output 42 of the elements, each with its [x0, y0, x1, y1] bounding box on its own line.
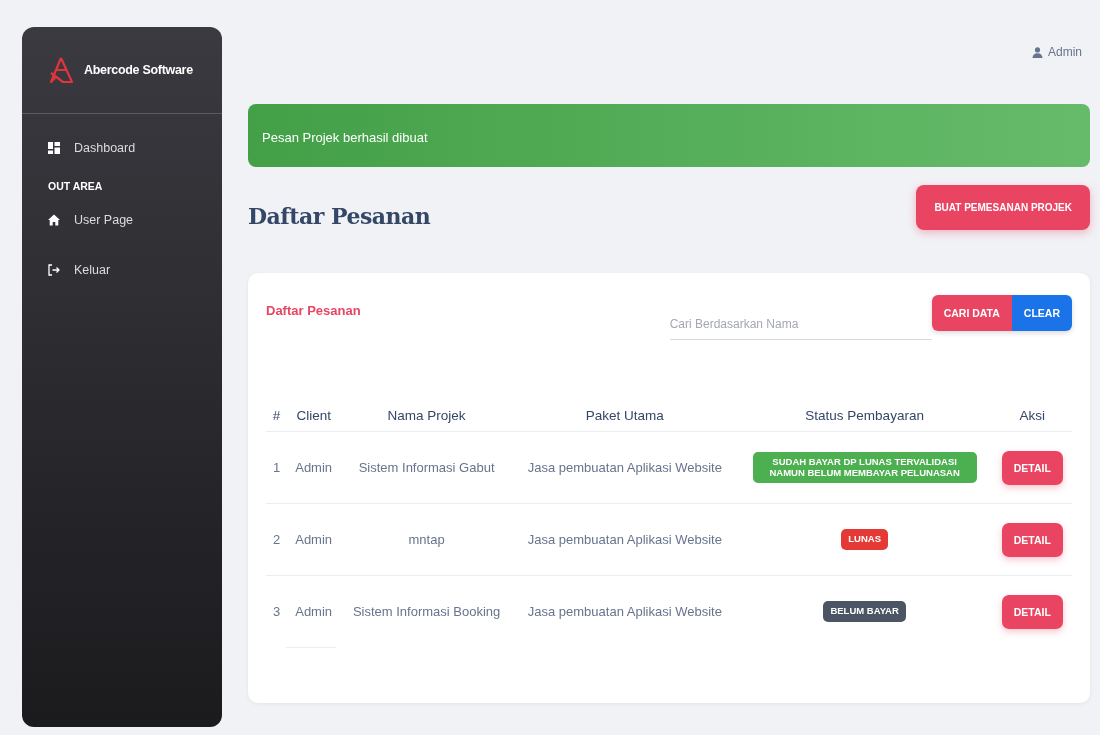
logo-icon [48, 56, 74, 84]
table-cell: 3 [266, 575, 288, 647]
logout-icon [48, 264, 60, 276]
dashboard-icon [48, 142, 60, 154]
card-title: Daftar Pesanan [266, 303, 361, 318]
user-menu[interactable]: Admin [1032, 45, 1082, 59]
create-order-button[interactable]: BUAT PEMESANAN PROJEK [916, 185, 1090, 230]
search-button[interactable]: CARI DATA [931, 295, 1012, 331]
table-cell: Admin [287, 431, 341, 504]
table-cell: mntap [340, 503, 514, 576]
nav-link[interactable]: Keluar [22, 254, 222, 286]
table-cell: Sistem Informasi Booking [340, 575, 514, 647]
table-cell: Jasa pembuatan Aplikasi Website [513, 431, 737, 504]
column-header: Aksi [992, 399, 1072, 432]
brand-name: Abercode Software [84, 63, 193, 77]
table-cell: Jasa pembuatan Aplikasi Website [513, 503, 737, 576]
nav-link[interactable]: Dashboard [22, 132, 222, 164]
status-badge: SUDAH BAYAR DP LUNAS TERVALIDASI NAMUN BELUM MEMBAYAR PELUNASAN [752, 452, 977, 483]
detail-button[interactable]: DETAIL [1001, 450, 1063, 485]
table-cell: Admin [287, 503, 341, 576]
nav-link[interactable]: User Page [22, 204, 222, 236]
column-header: Nama Projek [340, 399, 514, 432]
clear-button[interactable]: CLEAR [1011, 295, 1072, 331]
user-name: Admin [1048, 45, 1082, 59]
status-badge: BELUM BAYAR [823, 601, 906, 622]
user-icon [1032, 46, 1043, 58]
table-cell: Sistem Informasi Gabut [340, 431, 514, 504]
table-cell: Admin [287, 575, 341, 647]
nav-section-heading: OUT AREA [47, 180, 104, 194]
column-header: Client [287, 399, 341, 432]
detail-button[interactable]: DETAIL [1001, 522, 1063, 557]
column-header: Paket Utama [513, 399, 737, 432]
success-alert: Pesan Projek berhasil dibuat [248, 104, 1090, 167]
table-cell: 2 [266, 503, 288, 576]
column-header: # [266, 399, 288, 432]
home-icon [48, 214, 60, 226]
page-title: Daftar Pesanan [248, 203, 431, 229]
table-cell: 1 [266, 431, 288, 504]
column-header: Status Pembayaran [736, 399, 993, 432]
detail-button[interactable]: DETAIL [1001, 594, 1063, 629]
table-cell: Jasa pembuatan Aplikasi Website [513, 575, 737, 647]
status-badge: LUNAS [841, 529, 888, 550]
